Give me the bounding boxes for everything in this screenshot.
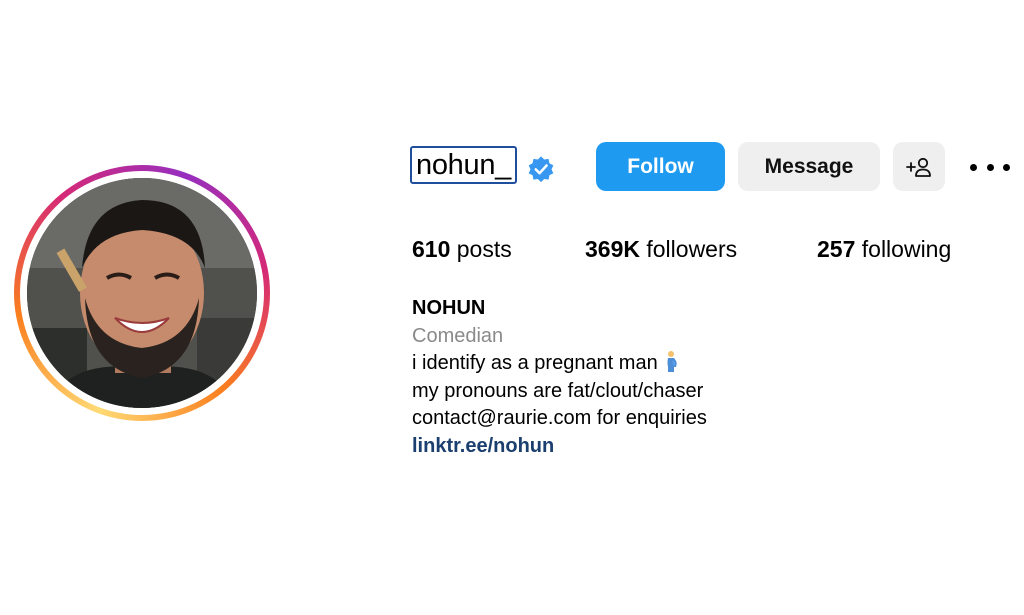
followers-stat[interactable]: 369K followers	[585, 236, 737, 263]
pregnant-man-emoji-icon	[667, 351, 677, 372]
bio-line-3: contact@raurie.com for enquiries	[412, 407, 707, 429]
avatar-photo	[27, 178, 257, 408]
followers-count: 369K	[585, 236, 640, 262]
posts-count: 610	[412, 236, 451, 262]
username: nohun_	[416, 148, 511, 181]
following-label: following	[855, 236, 952, 262]
profile-header: nohun_ Follow Message 610 posts 369K fol…	[0, 0, 1024, 615]
more-options-icon	[970, 163, 977, 171]
message-button[interactable]: Message	[738, 142, 880, 191]
posts-label: posts	[450, 236, 512, 262]
display-name: NOHUN	[412, 297, 486, 319]
username-field[interactable]: nohun_	[410, 146, 517, 184]
bio-line: i identify as a pregnant man	[412, 350, 707, 378]
bio: NOHUN Comedian i identify as a pregnant …	[412, 295, 707, 460]
suggested-accounts-button[interactable]	[893, 142, 945, 191]
following-count: 257	[817, 236, 856, 262]
verified-badge-icon	[528, 156, 554, 183]
bio-link[interactable]: linktr.ee/nohun	[412, 433, 707, 461]
posts-stat[interactable]: 610 posts	[412, 236, 512, 263]
category-label: Comedian	[412, 324, 504, 347]
avatar[interactable]	[27, 178, 257, 408]
add-person-icon	[906, 157, 931, 177]
bio-line-2: my pronouns are fat/clout/chaser	[412, 379, 704, 402]
follow-button[interactable]: Follow	[596, 142, 725, 191]
following-stat[interactable]: 257 following	[817, 236, 951, 263]
followers-label: followers	[639, 236, 738, 262]
more-options-button[interactable]	[970, 155, 1010, 179]
bio-line-1: i identify as a pregnant man	[412, 352, 658, 374]
story-ring[interactable]	[14, 165, 270, 421]
